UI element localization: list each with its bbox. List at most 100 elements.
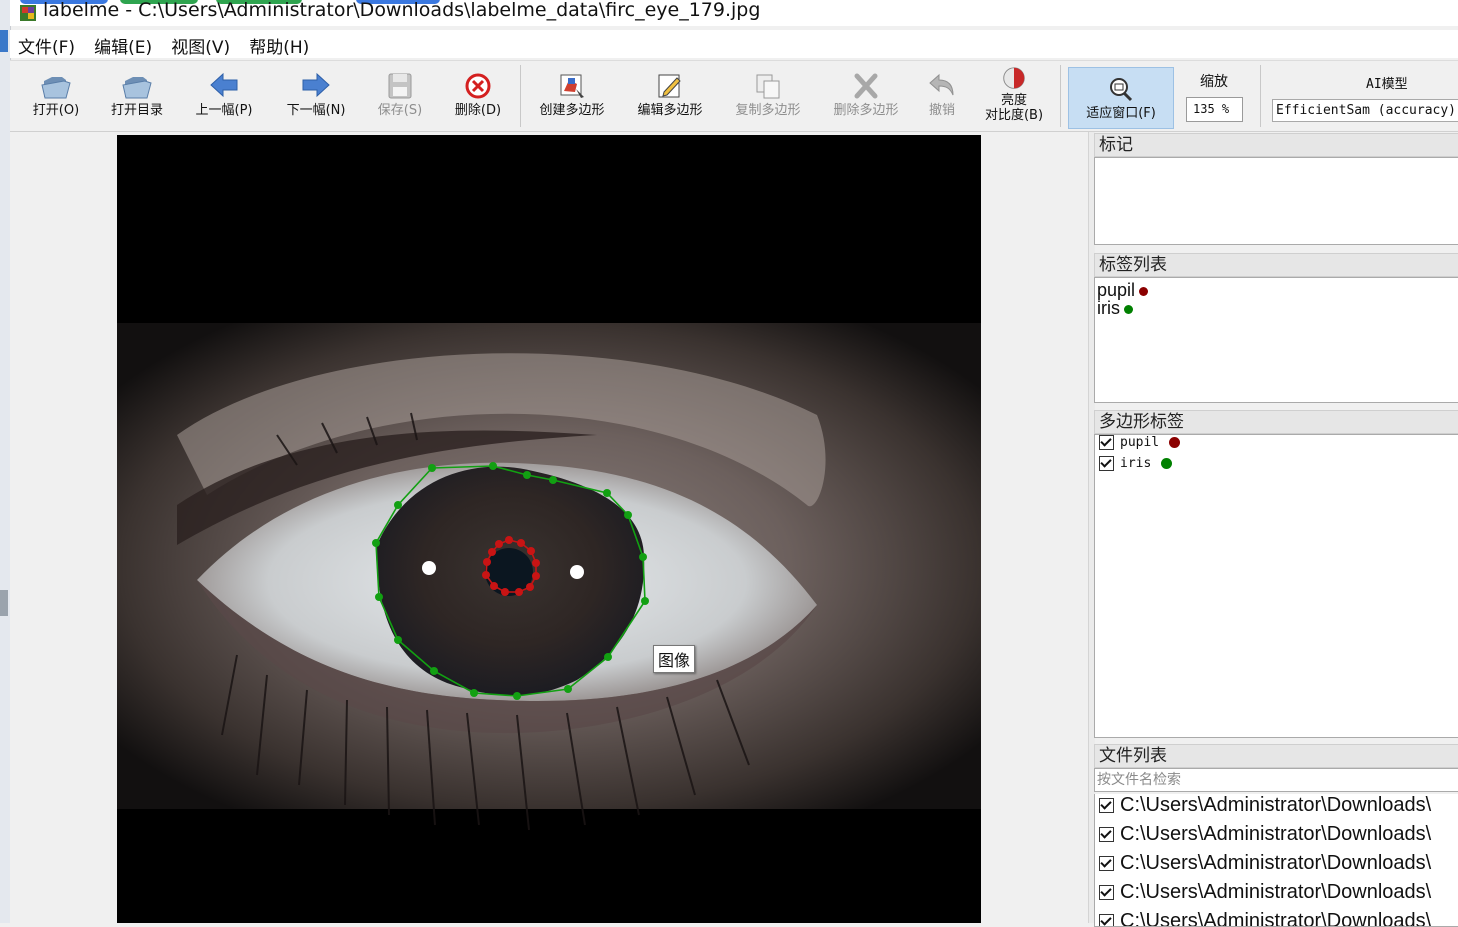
polygon-vertex-handle[interactable] <box>394 501 402 509</box>
polygon-vertex-handle[interactable] <box>394 636 402 644</box>
copy-icon <box>756 74 780 99</box>
polygon-vertex-handle[interactable] <box>505 536 513 544</box>
polygon-visibility-checkbox[interactable] <box>1099 456 1114 471</box>
open-dir-button[interactable]: 打开目录 <box>102 65 172 127</box>
label-list-title: 标签列表 <box>1094 253 1458 277</box>
polygon-vertex-handle[interactable] <box>489 462 497 470</box>
undo-arrow-icon <box>929 73 954 96</box>
polygon-vertex-handle[interactable] <box>604 653 612 661</box>
polygon-vertex-handle[interactable] <box>501 588 509 596</box>
menu-bar: 文件(F) 编辑(E) 视图(V) 帮助(H) <box>10 30 1458 58</box>
polygon-vertex-handle[interactable] <box>526 583 534 591</box>
polygon-vertex-handle[interactable] <box>482 571 490 579</box>
polygon-vertex-handle[interactable] <box>532 559 540 567</box>
ai-model-select[interactable]: EfficientSam (accuracy) <box>1272 99 1458 122</box>
labelme-app-icon <box>20 5 36 21</box>
polygon-vertex-handle[interactable] <box>430 667 438 675</box>
polygon-labels-list[interactable]: pupil iris <box>1094 434 1458 738</box>
file-list-item[interactable]: C:\Users\Administrator\Downloads\ <box>1099 852 1431 881</box>
polygon-vertex-handle[interactable] <box>603 489 611 497</box>
file-done-checkbox[interactable] <box>1099 914 1114 926</box>
polygon-vertex-handle[interactable] <box>517 539 525 547</box>
brightness-contrast-icon <box>1003 67 1025 89</box>
file-list-item[interactable]: C:\Users\Administrator\Downloads\ <box>1099 794 1431 823</box>
polygon-vertex-handle[interactable] <box>470 689 478 697</box>
menu-file[interactable]: 文件(F) <box>10 30 81 58</box>
annotation-overlay[interactable] <box>117 135 981 923</box>
polygon-vertex-handle[interactable] <box>495 540 503 548</box>
label-list-item[interactable]: iris <box>1097 298 1133 319</box>
menu-view[interactable]: 视图(V) <box>163 30 236 58</box>
polygon-labels-title: 多边形标签 <box>1094 410 1458 434</box>
next-image-button[interactable]: 下一幅(N) <box>278 65 354 127</box>
create-polygon-icon <box>560 74 584 98</box>
open-button[interactable]: 打开(O) <box>24 65 88 127</box>
delete-circle-icon <box>465 73 491 99</box>
label-color-dot <box>1139 286 1149 296</box>
copy-polygon-button[interactable]: 复制多边形 <box>726 65 810 127</box>
background-window-accent <box>0 30 8 52</box>
title-bar: labelme - C:\Users\Administrator\Downloa… <box>10 0 1458 26</box>
folder-open-icon <box>41 77 71 99</box>
iris-vertices[interactable] <box>372 462 649 700</box>
create-polygon-button[interactable]: 创建多边形 <box>530 65 614 127</box>
brightness-contrast-button[interactable]: 亮度 对比度(B) <box>976 65 1052 127</box>
toolbar-separator <box>1260 65 1261 127</box>
polygon-vertex-handle[interactable] <box>488 548 496 556</box>
polygon-vertex-handle[interactable] <box>527 547 535 555</box>
delete-polygon-button[interactable]: 删除多边形 <box>824 65 908 127</box>
polygon-visibility-checkbox[interactable] <box>1099 435 1114 450</box>
prev-image-button[interactable]: 上一幅(P) <box>186 65 262 127</box>
toolbar-separator <box>520 65 521 127</box>
undo-button[interactable]: 撤销 <box>918 65 966 127</box>
file-list-dock: 文件列表 按文件名检索 C:\Users\Administrator\Downl… <box>1094 744 1458 927</box>
polygon-vertex-handle[interactable] <box>639 553 647 561</box>
file-list-item[interactable]: C:\Users\Administrator\Downloads\ <box>1099 910 1431 926</box>
file-list[interactable]: C:\Users\Administrator\Downloads\ C:\Use… <box>1094 794 1458 927</box>
edit-polygon-button[interactable]: 编辑多边形 <box>628 65 712 127</box>
pupil-vertices[interactable] <box>482 536 540 596</box>
file-done-checkbox[interactable] <box>1099 798 1114 814</box>
polygon-vertex-handle[interactable] <box>375 593 383 601</box>
polygon-vertex-handle[interactable] <box>523 471 531 479</box>
polygon-vertex-handle[interactable] <box>564 685 572 693</box>
polygon-vertex-handle[interactable] <box>483 558 491 566</box>
menu-help[interactable]: 帮助(H) <box>241 30 315 58</box>
zoom-spinbox[interactable]: 135 % <box>1186 97 1243 122</box>
menu-edit[interactable]: 编辑(E) <box>86 30 158 58</box>
polygon-vertex-handle[interactable] <box>641 597 649 605</box>
iris-polygon[interactable] <box>375 465 646 697</box>
file-done-checkbox[interactable] <box>1099 885 1114 901</box>
polygon-vertex-handle[interactable] <box>549 476 557 484</box>
fit-window-button[interactable]: 适应窗口(F) <box>1068 67 1174 129</box>
polygon-vertex-handle[interactable] <box>372 539 380 547</box>
annotation-image[interactable] <box>117 135 981 923</box>
file-list-item[interactable]: C:\Users\Administrator\Downloads\ <box>1099 881 1431 910</box>
save-button[interactable]: 保存(S) <box>368 65 432 127</box>
polygon-vertex-handle[interactable] <box>624 511 632 519</box>
file-list-item[interactable]: C:\Users\Administrator\Downloads\ <box>1099 823 1431 852</box>
polygon-vertex-handle[interactable] <box>428 464 436 472</box>
polygon-vertex-handle[interactable] <box>490 582 498 590</box>
polygon-vertex-handle[interactable] <box>532 572 540 580</box>
canvas-tooltip: 图像 <box>653 645 696 673</box>
label-list[interactable]: pupil iris <box>1094 277 1458 403</box>
file-done-checkbox[interactable] <box>1099 827 1114 843</box>
polygon-label-row[interactable]: pupil <box>1099 435 1181 455</box>
file-search-input[interactable]: 按文件名检索 <box>1094 768 1458 792</box>
window-title: labelme - C:\Users\Administrator\Downloa… <box>43 0 761 21</box>
polygon-vertex-handle[interactable] <box>513 692 521 700</box>
canvas-area[interactable]: 图像 <box>10 132 1088 923</box>
flags-dock-title: 标记 <box>1094 133 1458 157</box>
zoom-label: 缩放 <box>1200 74 1228 90</box>
flags-dock: 标记 <box>1094 133 1458 245</box>
polygon-color-dot <box>1169 437 1181 448</box>
polygon-label-row[interactable]: iris <box>1099 456 1173 476</box>
file-list-title: 文件列表 <box>1094 744 1458 768</box>
folder-open-icon <box>122 77 152 99</box>
delete-button[interactable]: 删除(D) <box>446 65 510 127</box>
polygon-vertex-handle[interactable] <box>515 588 523 596</box>
arrow-left-icon <box>210 72 238 98</box>
file-done-checkbox[interactable] <box>1099 856 1114 872</box>
flags-list[interactable] <box>1094 157 1458 245</box>
